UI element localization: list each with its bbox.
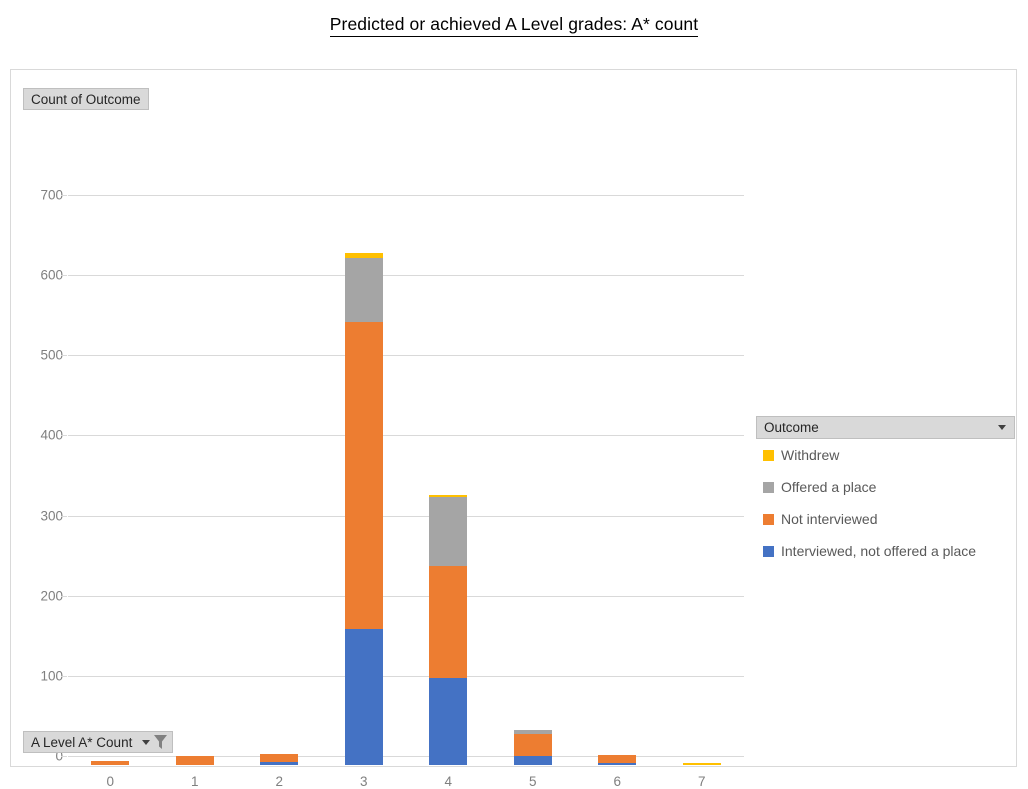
bar-segment[interactable] <box>429 496 468 567</box>
y-tick-mark <box>61 195 67 196</box>
value-field-label: Count of Outcome <box>31 91 141 107</box>
x-tick-label: 7 <box>697 774 706 789</box>
legend-field-button[interactable]: Outcome <box>756 416 1015 439</box>
bar-segment[interactable] <box>91 761 130 765</box>
bar-stack[interactable] <box>344 252 383 765</box>
y-tick-label: 200 <box>40 588 63 604</box>
x-tick-label: 5 <box>528 774 537 789</box>
gridline <box>68 675 744 677</box>
bar-segment[interactable] <box>344 321 383 629</box>
y-tick-label: 400 <box>40 427 63 443</box>
gridline <box>68 355 744 357</box>
legend-field-label: Outcome <box>764 420 819 435</box>
legend-color-swatch <box>763 481 774 493</box>
bar-segment[interactable] <box>513 733 552 757</box>
bar-stack[interactable] <box>91 761 130 765</box>
y-tick-mark <box>61 275 67 277</box>
legend-item[interactable]: Not interviewed <box>756 503 1015 535</box>
gridline <box>68 595 744 597</box>
bar-segment[interactable] <box>344 257 383 322</box>
legend-item[interactable]: Offered a place <box>756 471 1015 503</box>
legend-item-label: Offered a place <box>781 479 877 495</box>
y-tick-label: 500 <box>40 347 63 363</box>
funnel-filter-icon[interactable] <box>153 734 168 750</box>
legend-item[interactable]: Withdrew <box>756 439 1015 471</box>
legend-item-label: Not interviewed <box>781 511 878 527</box>
axis-baseline <box>68 756 744 757</box>
y-tick-mark <box>61 435 67 437</box>
legend-item-label: Withdrew <box>781 447 840 463</box>
legend-item-label: Interviewed, not offered a place <box>781 543 977 559</box>
axis-field-button[interactable]: A Level A* Count <box>23 731 174 753</box>
x-tick-label: 6 <box>613 774 621 789</box>
pivot-chart-container: 700 600 500 400 300 200 100 0 0 1 2 3 4 5 6 7 Outcome … <box>10 69 1017 789</box>
chevron-down-icon[interactable] <box>142 739 151 745</box>
y-tick-mark <box>61 355 67 357</box>
bar-segment[interactable] <box>598 755 637 764</box>
y-tick-label: 100 <box>40 668 63 684</box>
bar-stack[interactable] <box>513 729 552 765</box>
gridline <box>68 435 744 437</box>
bar-segment[interactable] <box>513 756 552 765</box>
y-tick-mark <box>61 515 67 517</box>
bar-stack[interactable] <box>429 494 468 765</box>
bar-stack[interactable] <box>175 756 214 765</box>
bar-segment[interactable] <box>260 753 299 762</box>
legend-color-swatch <box>763 545 774 557</box>
y-tick-label: 700 <box>40 187 63 203</box>
bar-segment[interactable] <box>429 566 468 679</box>
gridline <box>68 195 744 196</box>
value-field-button[interactable]: Count of Outcome <box>23 88 149 110</box>
x-axis: 0 1 2 3 4 5 6 7 <box>68 70 744 789</box>
bar-segment[interactable] <box>260 761 299 765</box>
legend: Outcome Withdrew Offered a place Not inter… <box>756 416 1015 567</box>
legend-item[interactable]: Interviewed, not offered a place <box>756 535 1015 567</box>
axis-field-label: A Level A* Count <box>31 734 133 750</box>
bar-segment[interactable] <box>598 763 637 765</box>
page-title-text: Predicted or achieved A Level grades: A*… <box>329 14 699 37</box>
legend-color-swatch <box>763 513 774 525</box>
x-tick-label: 2 <box>275 774 283 789</box>
y-tick-mark <box>61 756 67 757</box>
chevron-down-icon[interactable] <box>998 425 1006 430</box>
gridline <box>68 515 744 517</box>
bar-segment[interactable] <box>175 756 214 765</box>
x-tick-label: 3 <box>359 774 368 789</box>
plot-area <box>68 195 744 765</box>
gridline <box>68 275 744 277</box>
y-tick-label: 600 <box>40 267 63 283</box>
bar-segment[interactable] <box>429 678 468 765</box>
bar-stack[interactable] <box>682 763 721 765</box>
page-title: Predicted or achieved A Level grades: A*… <box>0 14 1028 37</box>
bar-segment[interactable] <box>682 763 721 765</box>
legend-item-list: Withdrew Offered a place Not interviewed In… <box>756 439 1015 567</box>
legend-color-swatch <box>763 449 774 461</box>
bar-stack[interactable] <box>598 755 637 765</box>
y-tick-label: 300 <box>40 508 63 524</box>
bar-stack[interactable] <box>260 753 299 765</box>
x-tick-label: 1 <box>190 774 199 789</box>
y-tick-mark <box>61 595 67 597</box>
x-tick-label: 4 <box>444 774 452 789</box>
y-axis: 700 600 500 400 300 200 100 0 <box>11 188 63 765</box>
x-tick-label: 0 <box>106 774 114 789</box>
bar-segment[interactable] <box>344 628 383 765</box>
y-tick-mark <box>61 675 67 677</box>
